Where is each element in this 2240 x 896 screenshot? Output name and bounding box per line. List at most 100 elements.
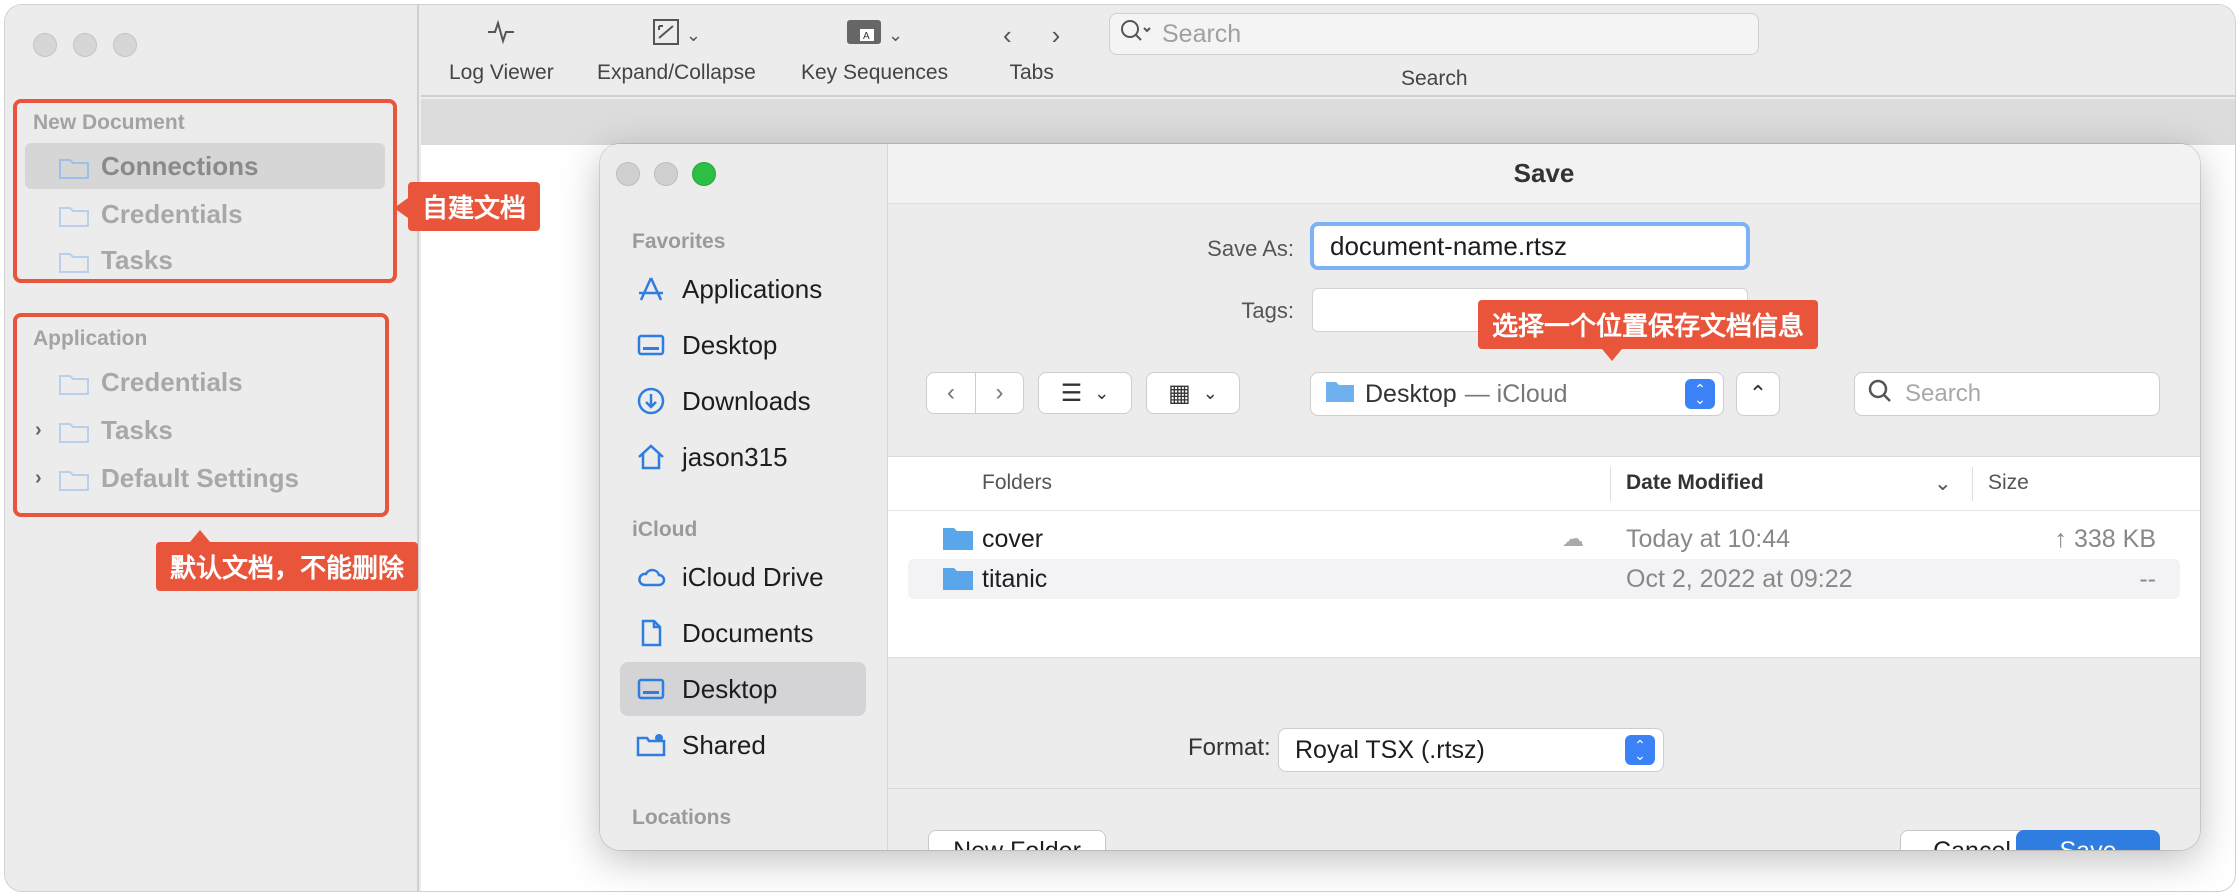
minimize-button[interactable] xyxy=(73,33,97,57)
sidebar-item-documents[interactable]: Documents xyxy=(620,606,866,660)
folder-icon xyxy=(59,203,89,227)
disclosure-arrow-icon[interactable]: › xyxy=(35,419,42,442)
tags-label: Tags: xyxy=(1241,298,1294,323)
callout-choose-location: 选择一个位置保存文档信息 xyxy=(1478,300,1819,361)
sidebar-item-applications[interactable]: Applications xyxy=(620,262,866,316)
desktop-icon xyxy=(636,674,666,704)
close-button[interactable] xyxy=(33,33,57,57)
location-name: Desktop xyxy=(1365,379,1457,408)
toolbar-label: Log Viewer xyxy=(449,61,554,84)
row-name: cover xyxy=(982,524,1044,553)
sidebar-item-label: jason315 xyxy=(682,441,788,472)
expand-collapse-dialog-button[interactable]: ⌃ xyxy=(1736,372,1780,416)
zoom-button[interactable] xyxy=(113,33,137,57)
sidebar-item-home[interactable]: jason315 xyxy=(620,430,866,484)
sidebar-item-label: Tasks xyxy=(101,244,173,275)
sidebar-item-default-settings[interactable]: › Default Settings xyxy=(25,455,377,501)
list-view-button[interactable]: ☰ ⌄ xyxy=(1038,372,1132,414)
tab-bar xyxy=(421,99,2235,145)
sidebar-item-label: Applications xyxy=(682,273,823,304)
application-group: Application Credentials › Tasks › Defaul… xyxy=(13,313,389,517)
sidebar-item-downloads[interactable]: Downloads xyxy=(620,374,866,428)
cloud-icon: ☁ xyxy=(1562,526,1584,551)
tabs-button[interactable]: ‹ › Tabs xyxy=(1003,15,1060,85)
sidebar-item-label: Default Settings xyxy=(101,462,299,493)
sidebar-item-app-tasks[interactable]: › Tasks xyxy=(25,407,377,453)
group-heading: Application xyxy=(33,327,148,350)
grid-icon: ▦ xyxy=(1168,379,1191,407)
save-as-label: Save As: xyxy=(1207,236,1294,261)
dialog-minimize-button[interactable] xyxy=(654,162,678,186)
column-folders[interactable]: Folders xyxy=(982,471,1052,495)
toolbar: Log Viewer ⌄ Expand/Collapse A ⌄ Key Sequ… xyxy=(421,5,2235,97)
search-placeholder: Search xyxy=(1162,19,1242,48)
folder-icon xyxy=(59,249,89,273)
table-row[interactable]: titanic Oct 2, 2022 at 09:22 -- xyxy=(908,559,2180,599)
search-label: Search xyxy=(1401,67,1468,90)
format-popup[interactable]: Royal TSX (.rtsz) ⌃ ⌄ xyxy=(1278,728,1664,772)
chevron-down-icon: ⌄ xyxy=(685,24,701,45)
location-popup[interactable]: Desktop — iCloud ⌃ ⌄ xyxy=(1310,372,1724,416)
save-button[interactable]: Save xyxy=(2016,830,2160,850)
cloud-icon xyxy=(636,562,666,592)
dialog-zoom-button[interactable] xyxy=(692,162,716,186)
search-placeholder: Search xyxy=(1905,380,1982,407)
chevron-left-icon[interactable]: ‹ xyxy=(1003,20,1012,51)
format-value: Royal TSX (.rtsz) xyxy=(1295,735,1485,764)
save-as-input[interactable]: document-name.rtsz xyxy=(1310,222,1750,270)
dialog-title: Save xyxy=(888,144,2200,204)
back-button[interactable]: ‹ xyxy=(927,373,975,413)
chevron-left-icon: ‹ xyxy=(947,379,955,406)
location-sub: — iCloud xyxy=(1464,379,1568,408)
document-icon xyxy=(636,618,666,648)
dialog-sidebar: Favorites Applications Desktop Downloads… xyxy=(600,144,888,850)
sidebar-item-connections[interactable]: Connections xyxy=(25,143,385,189)
sidebar-item-label: Shared xyxy=(682,729,766,760)
sidebar-item-label: Desktop xyxy=(682,673,778,704)
icloud-heading: iCloud xyxy=(632,518,698,541)
sidebar-item-icloud-drive[interactable]: iCloud Drive xyxy=(620,550,866,604)
sidebar-item-tasks[interactable]: Tasks xyxy=(25,237,385,283)
column-date-modified[interactable]: Date Modified xyxy=(1626,471,1764,495)
sidebar-item-label: Documents xyxy=(682,617,814,648)
activity-icon xyxy=(486,17,516,54)
disclosure-arrow-icon[interactable]: › xyxy=(35,467,42,490)
chevron-right-icon[interactable]: › xyxy=(1052,20,1061,51)
dialog-search-input[interactable]: Search xyxy=(1854,372,2160,416)
dialog-close-button[interactable] xyxy=(616,162,640,186)
format-label: Format: xyxy=(1188,734,1271,761)
applications-icon xyxy=(636,274,666,304)
toolbar-label: Expand/Collapse xyxy=(597,61,756,84)
sidebar-item-icloud-desktop[interactable]: Desktop xyxy=(620,662,866,716)
sidebar-item-label: Downloads xyxy=(682,385,811,416)
row-date: Oct 2, 2022 at 09:22 xyxy=(1626,564,1853,593)
sidebar-item-shared[interactable]: Shared xyxy=(620,718,866,772)
new-document-group: New Document Connections Credentials Tas… xyxy=(13,99,397,283)
group-view-button[interactable]: ▦ ⌄ xyxy=(1146,372,1240,414)
popup-stepper-icon: ⌃ ⌄ xyxy=(1625,735,1655,765)
new-folder-button[interactable]: New Folder xyxy=(928,830,1106,850)
list-view-icon: ☰ xyxy=(1060,379,1083,407)
chevron-down-icon: ⌄ xyxy=(888,24,904,45)
log-viewer-button[interactable]: Log Viewer xyxy=(449,15,554,85)
sidebar-item-app-credentials[interactable]: Credentials xyxy=(25,359,377,405)
home-icon xyxy=(636,442,666,472)
main-sidebar: New Document Connections Credentials Tas… xyxy=(5,5,419,891)
sidebar-item-credentials[interactable]: Credentials xyxy=(25,191,385,237)
expand-collapse-icon xyxy=(652,18,680,53)
expand-collapse-button[interactable]: ⌄ Expand/Collapse xyxy=(597,15,756,85)
key-sequences-button[interactable]: A ⌄ Key Sequences xyxy=(801,15,948,85)
folder-icon xyxy=(1325,379,1355,410)
svg-text:A: A xyxy=(863,31,870,42)
back-forward-buttons: ‹ › xyxy=(926,372,1024,414)
folder-icon xyxy=(59,419,89,443)
chevron-up-icon: ⌃ xyxy=(1748,381,1768,406)
sidebar-item-desktop[interactable]: Desktop xyxy=(620,318,866,372)
row-name: titanic xyxy=(982,564,1048,593)
toolbar-search-input[interactable]: Search xyxy=(1109,13,1759,55)
folder-icon xyxy=(59,155,89,179)
column-size[interactable]: Size xyxy=(1988,471,2029,495)
forward-button[interactable]: › xyxy=(975,373,1023,413)
callout-new-document: 自建文档 xyxy=(393,182,541,231)
table-row[interactable]: cover ☁ Today at 10:44 ↑ 338 KB xyxy=(908,519,2180,559)
